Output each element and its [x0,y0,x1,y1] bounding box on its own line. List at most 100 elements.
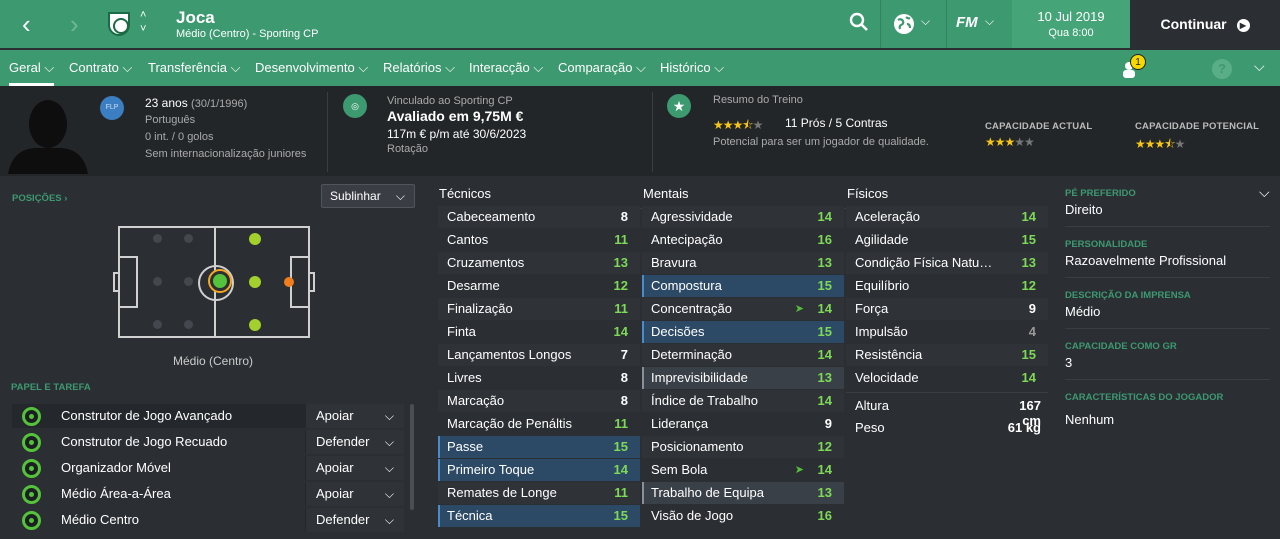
date-label: 10 Jul 2019 [1037,9,1105,24]
attribute-row[interactable]: Decisões 15 [642,321,844,343]
attribute-row[interactable]: Posicionamento 12 [642,436,844,458]
attribute-name: Decisões [651,324,705,339]
chevron-down-icon: ⌵ [384,487,394,501]
attribute-row[interactable]: Cabeceamento 8 [438,206,640,228]
duty-dropdown[interactable]: Defender ⌵ [305,430,404,454]
attribute-name: Cruzamentos [447,255,525,270]
attribute-row[interactable]: Índice de Trabalho 14 [642,390,844,412]
attribute-value: 14 [817,301,832,316]
chevron-down-icon: ⌵ [384,461,394,475]
menu-desenvolvimento[interactable]: Desenvolvimento ⌵ [255,50,368,86]
attribute-row[interactable]: Desarme 12 [438,275,640,297]
roles-scrollbar[interactable] [410,404,414,510]
attribute-row[interactable]: Equilíbrio 12 [846,275,1048,297]
attribute-row[interactable]: Aceleração 14 [846,206,1048,228]
role-row[interactable]: Médio Área-a-Área Apoiar ⌵ [12,482,404,506]
club-crest-icon[interactable] [108,12,130,36]
attribute-row[interactable]: Compostura 15 [642,275,844,297]
attribute-row[interactable]: Visão de Jogo 16 [642,505,844,527]
role-row[interactable]: Médio Centro Defender ⌵ [12,508,404,532]
attribute-row[interactable]: Resistência 15 [846,344,1048,366]
attribute-name: Técnica [447,508,493,523]
attribute-row[interactable]: Agilidade 15 [846,229,1048,251]
search-icon[interactable] [849,12,869,37]
attribute-name: Aceleração [855,209,921,224]
menu-historico[interactable]: Histórico ⌵ [660,50,724,86]
attribute-value: 14 [817,209,832,224]
menu-contrato[interactable]: Contrato ⌵ [69,50,132,86]
menu-relatorios[interactable]: Relatórios ⌵ [383,50,455,86]
attribute-row[interactable]: Sem Bola ➤ 14 [642,459,844,481]
attribute-value: 11 [614,485,628,500]
top-bar: ‹ › ˄ ˅ Joca Médio (Centro) - Sporting CP… [0,0,1280,48]
attribute-row[interactable]: Impulsão 4 [846,321,1048,343]
attribute-row[interactable]: Condição Física Natu… 13 [846,252,1048,274]
menu-interaccao[interactable]: Interacção ⌵ [469,50,543,86]
attribute-row[interactable]: Antecipação 16 [642,229,844,251]
menu-geral[interactable]: Geral ⌵ [9,50,55,86]
attribute-row[interactable]: Remates de Longe 11 [438,482,640,504]
forward-icon[interactable]: › [70,10,79,38]
fm-menu-button[interactable]: FM [956,14,978,31]
attribute-row[interactable]: Agressividade 14 [642,206,844,228]
highlight-dropdown[interactable]: Sublinhar ⌵ [321,184,415,208]
attribute-row[interactable]: Marcação 8 [438,390,640,412]
physical-header: Físicos [847,186,889,201]
attribute-row[interactable]: Passe 15 [438,436,640,458]
attribute-row[interactable]: Liderança 9 [642,413,844,435]
chevron-down-icon[interactable]: ⌵ [921,14,930,29]
attribute-row[interactable]: Imprevisibilidade 13 [642,367,844,389]
media-description: Médio [1065,304,1101,319]
attribute-value: 14 [1021,370,1036,385]
attribute-row[interactable]: Determinação 14 [642,344,844,366]
role-row[interactable]: Organizador Móvel Apoiar ⌵ [12,456,404,480]
continue-button[interactable]: Continuar ▶ [1130,0,1280,48]
notifications-button[interactable]: 1 [1120,54,1146,78]
attribute-row[interactable]: Primeiro Toque 14 [438,459,640,481]
game-date[interactable]: 10 Jul 2019 Qua 8:00 [1012,0,1130,48]
attribute-row[interactable]: Lançamentos Longos 7 [438,344,640,366]
attribute-row[interactable]: Técnica 15 [438,505,640,527]
duty-dropdown[interactable]: Defender ⌵ [305,508,404,532]
player-navigation-arrows[interactable]: ˄ ˅ [140,8,146,36]
roles-label: PAPEL E TAREFA [11,382,91,393]
attribute-row[interactable]: Velocidade 14 [846,367,1048,389]
duty-dropdown[interactable]: Apoiar ⌵ [305,404,404,428]
player-traits-label: CARACTERÍSTICAS DO JOGADOR [1065,392,1224,403]
attribute-value: 15 [613,439,628,454]
attribute-name: Marcação [447,393,505,408]
chevron-down-icon[interactable]: ⌵ [1254,58,1265,75]
role-row[interactable]: Construtor de Jogo Recuado Defender ⌵ [12,430,404,454]
attribute-row[interactable]: Cantos 11 [438,229,640,251]
duty-dropdown[interactable]: Apoiar ⌵ [305,482,404,506]
attribute-name: Trabalho de Equipa [651,485,764,500]
positions-link[interactable]: POSIÇÕES › [12,193,67,204]
training-title: Resumo do Treino [713,94,803,106]
duty-dropdown[interactable]: Apoiar ⌵ [305,456,404,480]
attribute-row[interactable]: Finta 14 [438,321,640,343]
attribute-value: 8 [620,393,628,408]
menu-transferencia[interactable]: Transferência ⌵ [148,50,240,86]
chevron-down-icon[interactable]: ⌵ [985,14,994,29]
technical-header: Técnicos [439,186,492,201]
chevron-down-icon[interactable]: ⌵ [1259,184,1270,201]
attribute-row[interactable]: Livres 8 [438,367,640,389]
attribute-value: 14 [817,393,832,408]
globe-icon[interactable] [893,13,915,40]
attribute-name: Índice de Trabalho [651,393,758,408]
attribute-row[interactable]: Cruzamentos 13 [438,252,640,274]
role-row[interactable]: Construtor de Jogo Avançado Apoiar ⌵ [12,404,404,428]
attribute-name: Finalização [447,301,513,316]
attribute-value: 13 [817,485,832,500]
attribute-row[interactable]: Bravura 13 [642,252,844,274]
back-icon[interactable]: ‹ [22,10,31,38]
attribute-row[interactable]: Marcação de Penáltis 11 [438,413,640,435]
help-button[interactable]: ? [1212,59,1232,79]
attribute-row[interactable]: Concentração ➤ 14 [642,298,844,320]
attribute-value: 9 [1028,301,1036,316]
attribute-row[interactable]: Trabalho de Equipa 13 [642,482,844,504]
attribute-row[interactable]: Força 9 [846,298,1048,320]
attribute-name: Velocidade [855,370,919,385]
menu-comparacao[interactable]: Comparação ⌵ [558,50,646,86]
attribute-row[interactable]: Finalização 11 [438,298,640,320]
